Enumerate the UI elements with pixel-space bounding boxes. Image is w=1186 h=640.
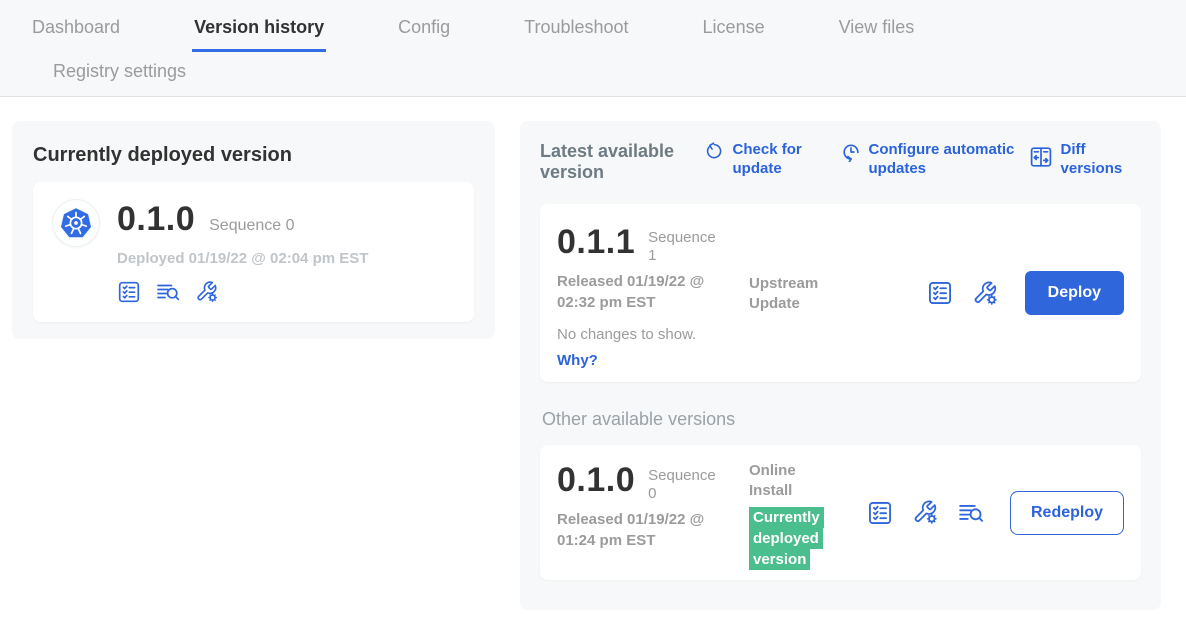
currently-deployed-card: 0.1.0 Sequence 0 Deployed 01/19/22 @ 02:… [33,182,474,322]
other-released-timestamp: Released 01/19/22 @ 01:24 pm EST [557,510,729,551]
other-source-block: Online Install Currently deployed versio… [749,461,859,564]
deployed-timestamp: Deployed 01/19/22 @ 02:04 pm EST [117,250,368,267]
latest-version-actions: Deploy [927,271,1124,315]
latest-version-number: 0.1.1 [557,223,635,262]
other-available-versions-title: Other available versions [542,409,1141,430]
no-changes-note: No changes to show. [557,326,749,343]
currently-deployed-badge: Currently deployed version [749,507,824,570]
redeploy-button[interactable]: Redeploy [1010,491,1124,535]
preflight-checklist-icon[interactable] [867,500,893,526]
other-version-number: 0.1.0 [557,461,635,500]
latest-sequence-label: Sequence 1 [648,223,720,265]
latest-version-card: 0.1.1 Sequence 1 Released 01/19/22 @ 02:… [540,204,1141,382]
check-for-update-link[interactable]: Check for update [706,141,817,179]
tab-config[interactable]: Config [396,0,452,52]
latest-version-info: 0.1.1 Sequence 1 Released 01/19/22 @ 02:… [557,223,749,363]
diff-icon [1029,144,1053,175]
edit-config-icon[interactable] [912,499,939,526]
other-version-card: 0.1.0 Sequence 0 Released 01/19/22 @ 01:… [540,445,1141,580]
nav-row-1: Dashboard Version history Config Trouble… [0,0,1186,52]
current-version-block: 0.1.0 Sequence 0 Deployed 01/19/22 @ 02:… [117,200,368,304]
latest-source-block: Upstream Update [749,223,859,363]
edit-config-icon[interactable] [972,280,999,307]
why-link[interactable]: Why? [557,352,598,369]
tab-troubleshoot[interactable]: Troubleshoot [522,0,630,52]
configure-automatic-updates-label: Configure automatic updates [869,141,1029,179]
upstream-update-label: Upstream Update [749,274,837,313]
other-version-actions: Redeploy [867,491,1124,535]
current-sequence-label: Sequence 0 [209,217,294,235]
nav-row-2: Registry settings [0,52,1186,93]
tab-dashboard[interactable]: Dashboard [30,0,122,52]
edit-config-icon[interactable] [195,280,219,304]
check-for-update-label: Check for update [733,141,817,179]
latest-available-panel: Latest available version Check for updat… [520,121,1161,610]
online-install-label: Online Install [749,461,837,500]
tab-view-files[interactable]: View files [837,0,917,52]
preflight-checklist-icon[interactable] [117,280,141,304]
latest-available-header: Latest available version Check for updat… [540,141,1141,183]
current-version-number: 0.1.0 [117,200,195,239]
diff-versions-label: Diff versions [1061,141,1141,179]
check-update-icon [706,141,725,179]
deploy-button[interactable]: Deploy [1025,271,1124,315]
currently-deployed-panel: Currently deployed version 0.1.0 Sequenc… [12,121,495,339]
tab-version-history[interactable]: Version history [192,0,326,52]
view-logs-icon[interactable] [958,500,984,526]
configure-automatic-updates-link[interactable]: Configure automatic updates [841,141,1029,179]
auto-update-icon [841,141,861,179]
view-logs-icon[interactable] [156,280,180,304]
latest-released-timestamp: Released 01/19/22 @ 02:32 pm EST [557,272,729,313]
currently-deployed-title: Currently deployed version [33,144,474,167]
preflight-checklist-icon[interactable] [927,280,953,306]
tab-registry-settings[interactable]: Registry settings [51,52,188,93]
other-version-info: 0.1.0 Sequence 0 Released 01/19/22 @ 01:… [557,461,749,564]
other-sequence-label: Sequence 0 [648,461,720,503]
latest-available-title: Latest available version [540,141,676,183]
diff-versions-link[interactable]: Diff versions [1029,141,1141,179]
top-navigation: Dashboard Version history Config Trouble… [0,0,1186,97]
tab-license[interactable]: License [701,0,767,52]
kubernetes-logo-icon [53,200,99,246]
